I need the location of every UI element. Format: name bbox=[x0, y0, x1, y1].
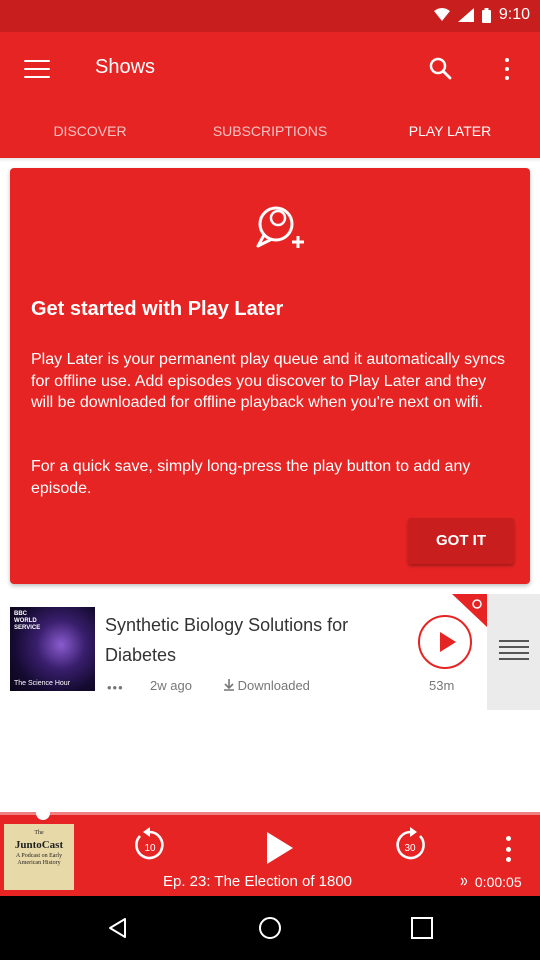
episode-title[interactable]: Synthetic Biology Solutions for Diabetes bbox=[105, 610, 415, 670]
cast-icon bbox=[460, 877, 468, 886]
status-time: 9:10 bbox=[498, 6, 530, 23]
status-icons: 9:10 bbox=[433, 6, 530, 24]
status-bar: 9:10 bbox=[0, 0, 540, 32]
download-label: Downloaded bbox=[237, 678, 310, 693]
menu-icon[interactable] bbox=[20, 54, 54, 84]
card-paragraph-2: For a quick save, simply long-press the … bbox=[31, 458, 471, 497]
add-chat-icon bbox=[256, 206, 304, 248]
forward-30-icon[interactable]: 30 bbox=[392, 826, 428, 864]
forward-seconds: 30 bbox=[404, 843, 416, 854]
episode-play-button[interactable] bbox=[418, 615, 472, 669]
episode-duration: 53m bbox=[429, 678, 455, 693]
tab-bar: DISCOVER SUBSCRIPTIONS PLAY LATER bbox=[0, 118, 540, 168]
got-it-button[interactable]: GOT IT bbox=[408, 518, 514, 564]
back-icon[interactable] bbox=[106, 916, 130, 940]
card-heading: Get started with Play Later bbox=[31, 298, 284, 320]
appbar-shadow bbox=[0, 158, 540, 162]
now-playing-elapsed: 0:00:05 bbox=[460, 874, 522, 890]
wifi-icon bbox=[433, 8, 450, 21]
episode-thumbnail: BBC WORLD SERVICE The Science Hour bbox=[10, 607, 95, 691]
recents-icon[interactable] bbox=[410, 916, 434, 940]
drag-handle[interactable] bbox=[487, 594, 540, 710]
thumbnail-show: The Science Hour bbox=[14, 680, 71, 687]
artwork-line-1: The bbox=[34, 830, 44, 836]
signal-icon bbox=[457, 8, 474, 22]
episode-more-icon[interactable]: ••• bbox=[107, 680, 124, 695]
artwork-line-2: A Podcast on Early American History bbox=[15, 853, 63, 866]
play-later-info-card: Get started with Play Later Play Later i… bbox=[10, 168, 530, 584]
elapsed-time: 0:00:05 bbox=[474, 874, 522, 890]
player-more-vert-icon[interactable] bbox=[503, 836, 513, 862]
play-icon bbox=[440, 632, 456, 652]
now-playing-artwork: The JuntoCast A Podcast on Early America… bbox=[4, 824, 74, 890]
now-playing-bar[interactable]: The JuntoCast A Podcast on Early America… bbox=[0, 806, 540, 896]
download-icon bbox=[224, 679, 234, 691]
tab-subscriptions[interactable]: SUBSCRIPTIONS bbox=[180, 118, 360, 158]
battery-icon bbox=[481, 7, 491, 23]
episode-download-status: Downloaded bbox=[224, 678, 310, 693]
system-nav-bar bbox=[0, 896, 540, 960]
now-playing-title: Ep. 23: The Election of 1800 bbox=[163, 873, 353, 890]
rewind-10-icon[interactable]: 10 bbox=[132, 826, 168, 864]
tab-discover[interactable]: DISCOVER bbox=[0, 118, 180, 158]
thumbnail-brand: BBC WORLD SERVICE bbox=[14, 611, 41, 631]
home-icon[interactable] bbox=[258, 916, 282, 940]
list-item[interactable]: BBC WORLD SERVICE The Science Hour Synth… bbox=[0, 594, 540, 710]
progress-knob[interactable] bbox=[36, 806, 51, 820]
rewind-seconds: 10 bbox=[144, 843, 156, 854]
tab-play-later[interactable]: PLAY LATER bbox=[360, 118, 540, 168]
add-chat-icon bbox=[472, 599, 482, 609]
playback-progress[interactable] bbox=[0, 812, 540, 815]
app-bar: Shows DISCOVER SUBSCRIPTIONS PLAY LATER bbox=[0, 32, 540, 168]
card-paragraph-1: Play Later is your permanent play queue … bbox=[31, 351, 506, 411]
page-title: Shows bbox=[95, 56, 156, 78]
episode-age: 2w ago bbox=[150, 678, 192, 693]
artwork-brand: JuntoCast bbox=[14, 839, 64, 851]
play-icon[interactable] bbox=[263, 830, 297, 866]
drag-handle-icon bbox=[499, 640, 529, 660]
search-icon[interactable] bbox=[426, 54, 456, 84]
more-vert-icon[interactable] bbox=[492, 54, 522, 84]
